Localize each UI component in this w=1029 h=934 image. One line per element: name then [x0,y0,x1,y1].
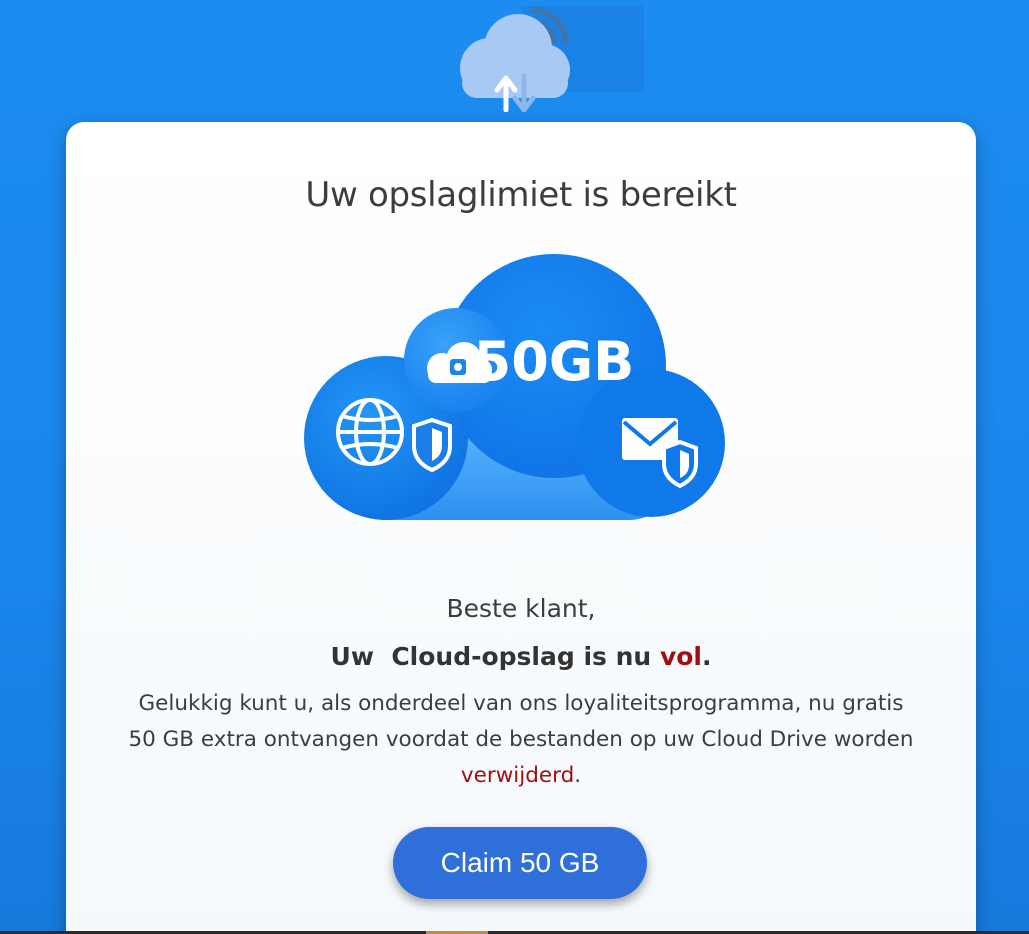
headline-period: . [701,642,712,671]
storage-limit-card: Uw opslaglimiet is bereikt 50GB Beste kl… [66,122,976,934]
loyalty-message-period: . [574,763,582,788]
claim-storage-button[interactable]: Claim 50 GB [393,827,647,899]
loyalty-message: Gelukkig kunt u, als onderdeel van ons l… [96,686,946,794]
headline-accent: vol [659,642,702,671]
cloud-storage-illustration: 50GB [304,254,725,520]
loyalty-message-text: Gelukkig kunt u, als onderdeel van ons l… [128,691,914,752]
storage-full-headline: Uw Cloud-opslag is nu vol. [66,642,976,671]
headline-text: Uw Cloud-opslag is nu [330,642,660,671]
greeting-text: Beste klant, [446,594,596,623]
header-cloud-logo [452,2,644,112]
page-title: Uw opslaglimiet is bereikt [305,174,737,215]
loyalty-message-accent: verwijderd [460,763,575,788]
capacity-label: 50GB [474,330,635,393]
cloud-upload-download-icon [460,7,570,112]
